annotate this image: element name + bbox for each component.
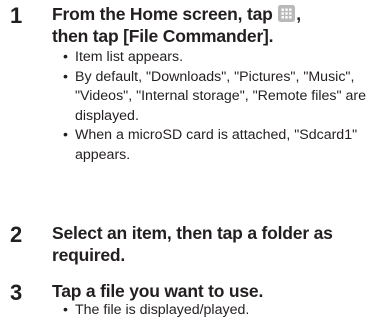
bullet-dot: • [63, 127, 68, 143]
bullet-text: By default, "Downloads", "Pictures", "Mu… [75, 68, 366, 124]
list-item: • The file is displayed/played. [62, 301, 380, 321]
bullet-dot: • [63, 302, 68, 318]
bullet-text: Item list appears. [75, 49, 184, 65]
step-title: From the Home screen, tap , then tap [Fi… [52, 3, 378, 47]
step-title: Tap a file you want to use. [52, 281, 264, 301]
step-title-line2: then tap [File Commander]. [52, 26, 274, 46]
step-number: 1 [10, 3, 23, 28]
step-title-text: From the Home screen, tap [52, 4, 278, 24]
step-title: Select an item, then tap a folder as req… [52, 223, 333, 265]
list-item: • Item list appears. [62, 48, 380, 68]
list-item: • By default, "Downloads", "Pictures", "M… [62, 68, 380, 127]
step-number: 3 [10, 280, 23, 305]
list-item: • When a microSD card is attached, "Sdcar… [62, 126, 380, 165]
bullet-text: When a microSD card is attached, "Sdcard… [75, 127, 358, 163]
step-number: 2 [10, 222, 23, 247]
step-title-text-comma: , [296, 4, 301, 24]
bullet-dot: • [63, 68, 68, 85]
bullet-dot: • [63, 49, 68, 65]
bullet-list: • Item list appears. • By default, "Downlo… [62, 48, 380, 165]
bullet-text: The file is displayed/played. [75, 302, 250, 318]
bullet-list: • The file is displayed/played. [62, 301, 380, 321]
apps-grid-icon [278, 5, 296, 22]
